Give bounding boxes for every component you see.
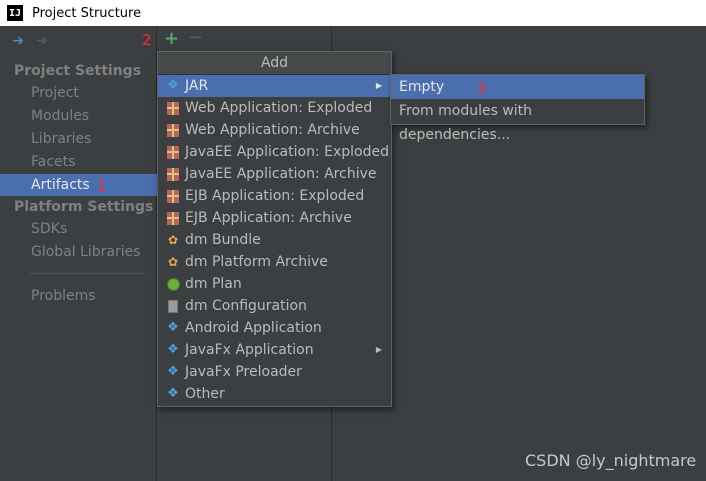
remove-button[interactable]: − [188, 29, 203, 47]
gift-icon [166, 145, 180, 159]
sidebar-item-project[interactable]: Project [0, 82, 157, 104]
menu-item-dm-configuration[interactable]: dm Configuration [158, 295, 391, 317]
gift-icon [166, 167, 180, 181]
annotation-3: 3 [477, 80, 487, 98]
submenu-item-from-modules[interactable]: From modules with dependencies... [391, 99, 644, 143]
annotation-1: 1 [97, 177, 107, 195]
menu-item-label: JavaEE Application: Archive [185, 166, 377, 182]
window-title: Project Structure [32, 5, 142, 21]
menu-item-label: dm Bundle [185, 232, 261, 248]
arrow-left-icon[interactable]: ➔ [10, 33, 26, 49]
bundle-icon: ✿ [167, 255, 179, 269]
submenu-item-label: Empty [399, 79, 445, 95]
menu-item-label: EJB Application: Archive [185, 210, 352, 226]
bundle-icon: ✿ [167, 233, 179, 247]
diamond-icon: ❖ [167, 342, 179, 357]
submenu-arrow-icon: ▶ [375, 81, 382, 90]
menu-item-label: JAR [185, 78, 209, 94]
menu-item-label: Web Application: Archive [185, 122, 360, 138]
menu-item-label: dm Platform Archive [185, 254, 328, 270]
sidebar-item-global-libraries[interactable]: Global Libraries [0, 241, 157, 263]
submenu-item-empty[interactable]: Empty 3 [391, 75, 644, 99]
menu-item-label: dm Plan [185, 276, 242, 292]
menu-item-ejb-application-exploded[interactable]: EJB Application: Exploded [158, 185, 391, 207]
menu-item-label: JavaFx Application [185, 342, 314, 358]
menu-item-label: Android Application [185, 320, 322, 336]
add-popup-menu: Add ❖ JAR ▶ Web Application: Exploded We… [157, 51, 392, 407]
menu-item-javafx-application[interactable]: ❖ JavaFx Application ▶ [158, 339, 391, 361]
project-settings-header: Project Settings [14, 63, 142, 79]
diamond-icon: ❖ [167, 364, 179, 379]
menu-item-jar[interactable]: ❖ JAR ▶ [158, 75, 391, 97]
diamond-icon: ❖ [167, 386, 179, 401]
menu-item-ejb-application-archive[interactable]: EJB Application: Archive [158, 207, 391, 229]
sidebar-item-problems[interactable]: Problems [0, 285, 157, 307]
gift-icon [166, 123, 180, 137]
menu-item-label: Other [185, 386, 225, 402]
menu-item-dm-platform-archive[interactable]: ✿ dm Platform Archive [158, 251, 391, 273]
menu-item-web-application-archive[interactable]: Web Application: Archive [158, 119, 391, 141]
sidebar-item-libraries[interactable]: Libraries [0, 128, 157, 150]
arrow-right-icon[interactable]: ➔ [34, 33, 50, 49]
diamond-icon: ❖ [167, 78, 179, 93]
menu-item-web-application-exploded[interactable]: Web Application: Exploded [158, 97, 391, 119]
document-icon [166, 299, 180, 313]
menu-item-label: JavaEE Application: Exploded [185, 144, 389, 160]
menu-item-label: EJB Application: Exploded [185, 188, 365, 204]
menu-item-label: dm Configuration [185, 298, 307, 314]
sidebar-item-label: Artifacts [31, 177, 90, 193]
gift-icon [166, 189, 180, 203]
popup-title: Add [158, 52, 391, 75]
watermark: CSDN @ly_nightmare [525, 451, 697, 470]
sidebar: ➔ ➔ 2 Project Settings Project Modules L… [0, 26, 157, 481]
jar-submenu: Empty 3 From modules with dependencies..… [390, 74, 645, 143]
menu-item-javaee-application-exploded[interactable]: JavaEE Application: Exploded [158, 141, 391, 163]
sidebar-item-modules[interactable]: Modules [0, 105, 157, 127]
menu-item-android-application[interactable]: ❖ Android Application [158, 317, 391, 339]
gift-icon [166, 101, 180, 115]
title-bar: IJ Project Structure [0, 0, 706, 26]
menu-item-label: Web Application: Exploded [185, 100, 373, 116]
platform-settings-header: Platform Settings [14, 199, 154, 215]
sidebar-item-facets[interactable]: Facets [0, 151, 157, 173]
menu-item-dm-plan[interactable]: dm Plan [158, 273, 391, 295]
menu-item-javafx-preloader[interactable]: ❖ JavaFx Preloader [158, 361, 391, 383]
annotation-2: 2 [142, 31, 152, 49]
gift-icon [166, 211, 180, 225]
sidebar-item-sdks[interactable]: SDKs [0, 218, 157, 240]
sidebar-separator [30, 273, 145, 274]
sidebar-item-artifacts[interactable]: Artifacts 1 [0, 174, 157, 196]
nav-toolbar: ➔ ➔ 2 [0, 26, 157, 56]
menu-item-other[interactable]: ❖ Other [158, 383, 391, 405]
submenu-arrow-icon: ▶ [375, 345, 382, 354]
intellij-logo-icon: IJ [7, 5, 23, 21]
menu-item-label: JavaFx Preloader [185, 364, 302, 380]
menu-item-dm-bundle[interactable]: ✿ dm Bundle [158, 229, 391, 251]
globe-icon [166, 277, 180, 291]
add-button[interactable]: + [164, 30, 179, 48]
menu-item-javaee-application-archive[interactable]: JavaEE Application: Archive [158, 163, 391, 185]
diamond-icon: ❖ [167, 320, 179, 335]
